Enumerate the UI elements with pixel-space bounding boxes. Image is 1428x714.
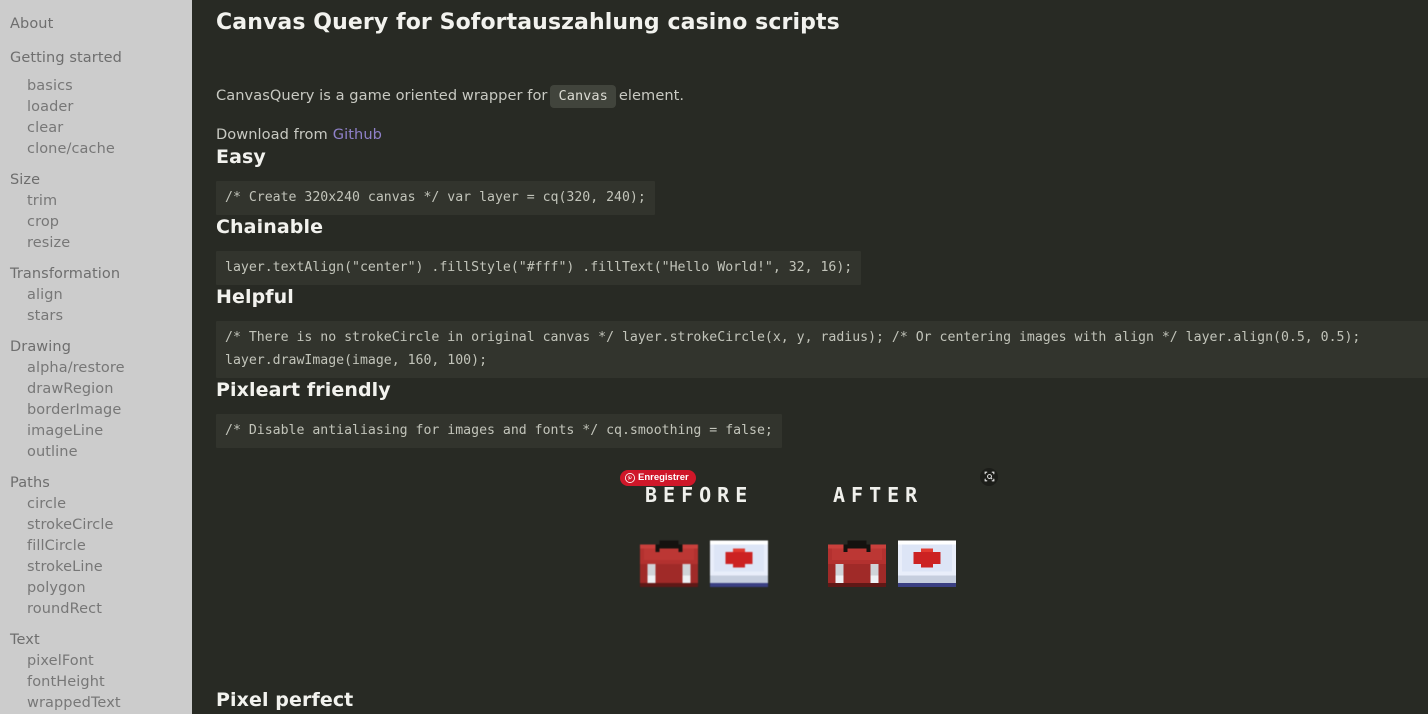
sidebar-item-wrappedtext[interactable]: wrappedText [0, 693, 192, 714]
code-block-easy[interactable]: /* Create 320x240 canvas */ var layer = … [216, 181, 655, 215]
section-heading-chainable: Chainable [216, 216, 324, 238]
sidebar-item-imageline[interactable]: imageLine [0, 421, 192, 442]
sidebar-item-basics[interactable]: basics [0, 76, 192, 97]
sidebar-item-clone-cache[interactable]: clone/cache [0, 139, 192, 160]
sprite-toolbox-before [635, 525, 703, 591]
inline-code-canvas: Canvas [550, 85, 616, 108]
sidebar-section-transformation[interactable]: Transformation [0, 261, 192, 285]
code-block-helpful[interactable]: /* There is no strokeCircle in original … [216, 321, 1428, 378]
sidebar-item-trim[interactable]: trim [0, 191, 192, 212]
sidebar-item-getting-started[interactable]: Getting started [0, 45, 192, 72]
after-label: AFTER [833, 483, 924, 507]
sidebar-item-loader[interactable]: loader [0, 97, 192, 118]
sidebar-item-circle[interactable]: circle [0, 494, 192, 515]
main-content: Canvas Query for Sofortauszahlung casino… [192, 0, 1428, 714]
sidebar-item-outline[interactable]: outline [0, 442, 192, 463]
sidebar-section-text[interactable]: Text [0, 627, 192, 651]
sidebar-nav[interactable]: About Getting started basics loader clea… [0, 0, 192, 714]
pinterest-save-label: Enregistrer [638, 472, 689, 483]
intro-text-after: element. [618, 87, 685, 104]
sprite-firstaid-before [705, 525, 773, 591]
sidebar-section-size[interactable]: Size [0, 167, 192, 191]
github-link[interactable]: Github [333, 126, 382, 143]
app-root: About Getting started basics loader clea… [0, 0, 1428, 714]
section-heading-pixelperfect: Pixel perfect [216, 689, 354, 711]
intro-paragraph: CanvasQuery is a game oriented wrapper f… [216, 85, 1428, 108]
sidebar-item-resize[interactable]: resize [0, 233, 192, 254]
section-heading-helpful: Helpful [216, 286, 294, 308]
download-label: Download from [216, 126, 328, 143]
section-heading-pixelart: Pixleart friendly [216, 379, 391, 401]
sprite-toolbox-after [823, 525, 891, 591]
sprite-firstaid-after [893, 525, 961, 591]
sidebar-section-paths[interactable]: Paths [0, 470, 192, 494]
sidebar-item-pixelfont[interactable]: pixelFont [0, 651, 192, 672]
sidebar-section-drawing[interactable]: Drawing [0, 334, 192, 358]
pinterest-save-badge[interactable]: Enregistrer [620, 470, 696, 486]
sidebar-item-about[interactable]: About [0, 11, 192, 38]
sidebar-item-clear[interactable]: clear [0, 118, 192, 139]
page-title: Canvas Query for Sofortauszahlung casino… [216, 10, 840, 35]
zoom-in-icon [983, 468, 996, 487]
sidebar-item-stars[interactable]: stars [0, 306, 192, 327]
sidebar-item-borderimage[interactable]: borderImage [0, 400, 192, 421]
section-heading-easy: Easy [216, 146, 266, 168]
sidebar-item-alpha-restore[interactable]: alpha/restore [0, 358, 192, 379]
sidebar-item-fontheight[interactable]: fontHeight [0, 672, 192, 693]
sidebar-item-crop[interactable]: crop [0, 212, 192, 233]
code-block-pixelart[interactable]: /* Disable antialiasing for images and f… [216, 414, 782, 448]
zoom-in-badge[interactable] [980, 468, 998, 486]
sidebar-item-align[interactable]: align [0, 285, 192, 306]
download-paragraph: Download from Github [216, 125, 1428, 145]
demo-comparison-area: Enregistrer BEFORE AFTER [216, 464, 1428, 664]
sidebar-item-strokeline[interactable]: strokeLine [0, 557, 192, 578]
sidebar-item-roundrect[interactable]: roundRect [0, 599, 192, 620]
after-panel: AFTER [790, 482, 1090, 591]
intro-text-before: CanvasQuery is a game oriented wrapper f… [216, 87, 548, 104]
sidebar-item-strokecircle[interactable]: strokeCircle [0, 515, 192, 536]
after-sprites [790, 525, 1090, 591]
sidebar-item-fillcircle[interactable]: fillCircle [0, 536, 192, 557]
sidebar-item-drawregion[interactable]: drawRegion [0, 379, 192, 400]
code-block-chainable[interactable]: layer.textAlign("center") .fillStyle("#f… [216, 251, 862, 285]
pinterest-icon [625, 472, 635, 483]
sidebar-item-polygon[interactable]: polygon [0, 578, 192, 599]
